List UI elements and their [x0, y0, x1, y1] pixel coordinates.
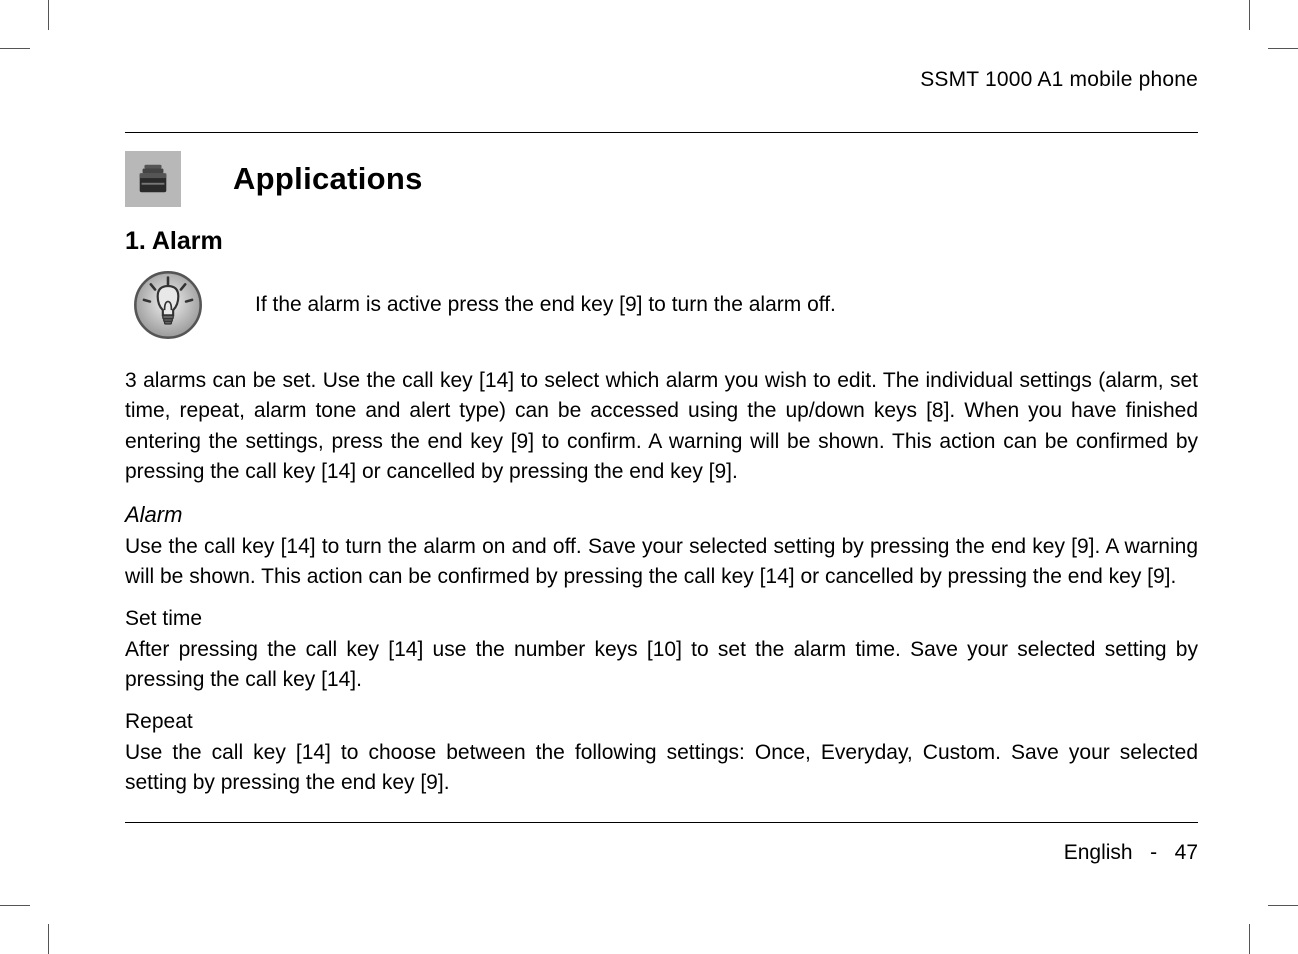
crop-mark — [0, 905, 30, 906]
crop-mark — [48, 924, 49, 954]
applications-icon — [125, 151, 181, 207]
device-name: SSMT 1000 A1 mobile phone — [125, 68, 1198, 92]
subsection-body-settime: After pressing the call key [14] use the… — [125, 635, 1198, 696]
footer-separator: - — [1150, 841, 1157, 864]
crop-mark — [1249, 0, 1250, 30]
section-title: 1. Alarm — [125, 227, 1198, 256]
header-rule — [125, 132, 1198, 133]
chapter-title: Applications — [233, 161, 423, 197]
chapter-row: Applications — [125, 151, 1198, 207]
page-content: SSMT 1000 A1 mobile phone Applications 1… — [125, 68, 1198, 812]
subsection-heading-repeat: Repeat — [125, 710, 1198, 734]
page-footer: English - 47 — [125, 822, 1198, 865]
subsection-body-repeat: Use the call key [14] to choose between … — [125, 738, 1198, 799]
subsection-body-alarm: Use the call key [14] to turn the alarm … — [125, 532, 1198, 593]
footer-page-number: 47 — [1175, 841, 1198, 864]
tip-row: If the alarm is active press the end key… — [125, 262, 1198, 348]
crop-mark — [1268, 48, 1298, 49]
intro-paragraph: 3 alarms can be set. Use the call key [1… — [125, 366, 1198, 488]
footer-language: English — [1064, 841, 1133, 864]
crop-mark — [0, 48, 30, 49]
subsection-heading-settime: Set time — [125, 607, 1198, 631]
subsection-heading-alarm: Alarm — [125, 502, 1198, 528]
crop-mark — [1249, 924, 1250, 954]
crop-mark — [48, 0, 49, 30]
lightbulb-tip-icon — [125, 262, 211, 348]
tip-text: If the alarm is active press the end key… — [255, 293, 836, 317]
crop-mark — [1268, 905, 1298, 906]
